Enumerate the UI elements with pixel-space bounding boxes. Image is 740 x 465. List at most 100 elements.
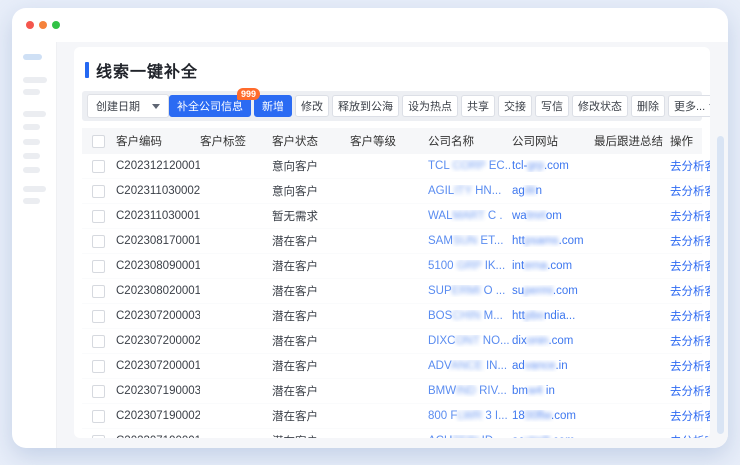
toolbar-action-button[interactable]: 修改 — [295, 95, 329, 117]
col-customer-status: 客户状态 — [272, 133, 350, 149]
customer-code: C202307190002 — [116, 410, 200, 422]
text-fragment: .com — [553, 285, 578, 297]
company-name-link[interactable]: ACUTEIN ID... — [428, 435, 512, 438]
title-accent-bar — [85, 62, 89, 78]
toolbar-action-button[interactable]: 共享 — [461, 95, 495, 117]
company-name-link[interactable]: 800 FLWR 3 I... — [428, 410, 512, 422]
redacted-text: psams — [525, 235, 559, 247]
sidebar-item-active[interactable] — [23, 54, 42, 60]
col-actions: 操作 — [670, 133, 707, 149]
toolbar-action-button[interactable]: 交接 — [498, 95, 532, 117]
text-fragment: WAL — [428, 210, 453, 222]
date-filter-select[interactable]: 创建日期 — [87, 94, 169, 118]
company-website-link[interactable]: 1800flw.com — [512, 410, 594, 422]
row-checkbox[interactable] — [92, 185, 105, 198]
company-name-link[interactable]: 5100 GRP IK... — [428, 260, 512, 272]
customer-status: 潜在客户 — [272, 433, 350, 438]
company-website-link[interactable]: interna.com — [512, 260, 594, 272]
company-website-link[interactable]: httpbondia... — [512, 310, 594, 322]
customer-code: C202308090001 — [116, 260, 200, 272]
row-checkbox[interactable] — [92, 310, 105, 323]
redacted-text: utedt — [524, 435, 550, 438]
analyze-customer-link[interactable]: 去分析客户 — [670, 308, 710, 324]
toolbar-action-button[interactable]: 修改状态 — [572, 95, 628, 117]
company-name-link[interactable]: SUPERMI O ... — [428, 285, 512, 297]
analyze-customer-link[interactable]: 去分析客户 — [670, 433, 710, 438]
company-website-link[interactable]: walmrtom — [512, 210, 594, 222]
sidebar-nav — [12, 42, 57, 448]
company-name-link[interactable]: AGILITY HN... — [428, 185, 512, 197]
toolbar-action-button[interactable]: 删除 — [631, 95, 665, 117]
text-fragment: wa — [512, 210, 527, 222]
minimize-button[interactable] — [39, 21, 47, 29]
row-checkbox[interactable] — [92, 335, 105, 348]
close-button[interactable] — [26, 21, 34, 29]
redacted-text: LWR — [457, 410, 482, 422]
row-checkbox[interactable] — [92, 435, 105, 439]
analyze-customer-link[interactable]: 去分析客户 — [670, 283, 710, 299]
company-website-link[interactable]: acutedt.com — [512, 435, 594, 438]
customer-status: 潜在客户 — [272, 358, 350, 374]
analyze-customer-link[interactable]: 去分析客户 — [670, 158, 710, 174]
text-fragment: ADV — [428, 360, 451, 372]
caret-down-icon — [709, 104, 710, 109]
company-name-link[interactable]: ADVANCE IN... — [428, 360, 512, 372]
analyze-customer-link[interactable]: 去分析客户 — [670, 408, 710, 424]
company-website-link[interactable]: supermi.com — [512, 285, 594, 297]
text-fragment: ac — [512, 435, 524, 438]
company-website-link[interactable]: agilitn — [512, 185, 594, 197]
analyze-customer-link[interactable]: 去分析客户 — [670, 233, 710, 249]
more-button[interactable]: 更多... — [668, 95, 710, 117]
company-name-link[interactable]: TCL CORP EC... — [428, 160, 512, 172]
toolbar-action-button[interactable]: 设为热点 — [402, 95, 458, 117]
analyze-customer-link[interactable]: 去分析客户 — [670, 333, 710, 349]
add-button[interactable]: 新增 — [254, 95, 292, 117]
row-checkbox[interactable] — [92, 210, 105, 223]
customer-status: 暂无需求 — [272, 208, 350, 224]
company-website-link[interactable]: httpsams.com — [512, 235, 594, 247]
row-checkbox[interactable] — [92, 235, 105, 248]
company-name-link[interactable]: DIXCONT NO... — [428, 335, 512, 347]
company-website-link[interactable]: advance.in — [512, 360, 594, 372]
redacted-text: CORP — [453, 160, 486, 172]
row-checkbox[interactable] — [92, 260, 105, 273]
vertical-scrollbar[interactable] — [717, 136, 724, 434]
customer-code: C202307200003 — [116, 310, 200, 322]
main-area: 线索一键补全 创建日期 补全公司信息 999 新增 — [57, 42, 728, 448]
row-checkbox[interactable] — [92, 410, 105, 423]
analyze-customer-link[interactable]: 去分析客户 — [670, 358, 710, 374]
zoom-button[interactable] — [52, 21, 60, 29]
row-checkbox[interactable] — [92, 160, 105, 173]
company-name-link[interactable]: WALMART C . — [428, 210, 512, 222]
toolbar-action-button[interactable]: 释放到公海 — [332, 95, 399, 117]
row-checkbox[interactable] — [92, 385, 105, 398]
button-label: 删除 — [637, 98, 659, 114]
company-website-link[interactable]: bmw4 in — [512, 385, 594, 397]
text-fragment: su — [512, 285, 524, 297]
toolbar-action-button[interactable]: 写信 — [535, 95, 569, 117]
analyze-customer-link[interactable]: 去分析客户 — [670, 258, 710, 274]
row-checkbox[interactable] — [92, 285, 105, 298]
complete-company-info-button[interactable]: 补全公司信息 999 — [169, 95, 251, 117]
redacted-text: 00flw — [525, 410, 551, 422]
text-fragment: ad — [512, 360, 525, 372]
customer-status: 意向客户 — [272, 183, 350, 199]
row-checkbox[interactable] — [92, 360, 105, 373]
analyze-customer-link[interactable]: 去分析客户 — [670, 208, 710, 224]
col-actions-label: 操作 — [670, 133, 693, 149]
text-fragment: O ... — [480, 285, 505, 297]
company-name-link[interactable]: BMWIND RIV... — [428, 385, 512, 397]
select-all-checkbox[interactable] — [92, 135, 105, 148]
text-fragment: .com — [548, 335, 573, 347]
company-website-link[interactable]: tcl-grp.com — [512, 160, 594, 172]
redacted-text: w4 — [528, 385, 543, 397]
company-website-link[interactable]: dixonin.com — [512, 335, 594, 347]
text-fragment: SAM — [428, 235, 453, 247]
company-name-link[interactable]: BOSCHIN M... — [428, 310, 512, 322]
customer-code: C202307190003 — [116, 385, 200, 397]
analyze-customer-link[interactable]: 去分析客户 — [670, 183, 710, 199]
table-row: C202311030001 暂无需求 WALMART C . walmrtom … — [82, 204, 702, 229]
company-name-link[interactable]: SAMSUN ET... — [428, 235, 512, 247]
analyze-customer-link[interactable]: 去分析客户 — [670, 383, 710, 399]
redacted-text: GRP — [457, 260, 482, 272]
